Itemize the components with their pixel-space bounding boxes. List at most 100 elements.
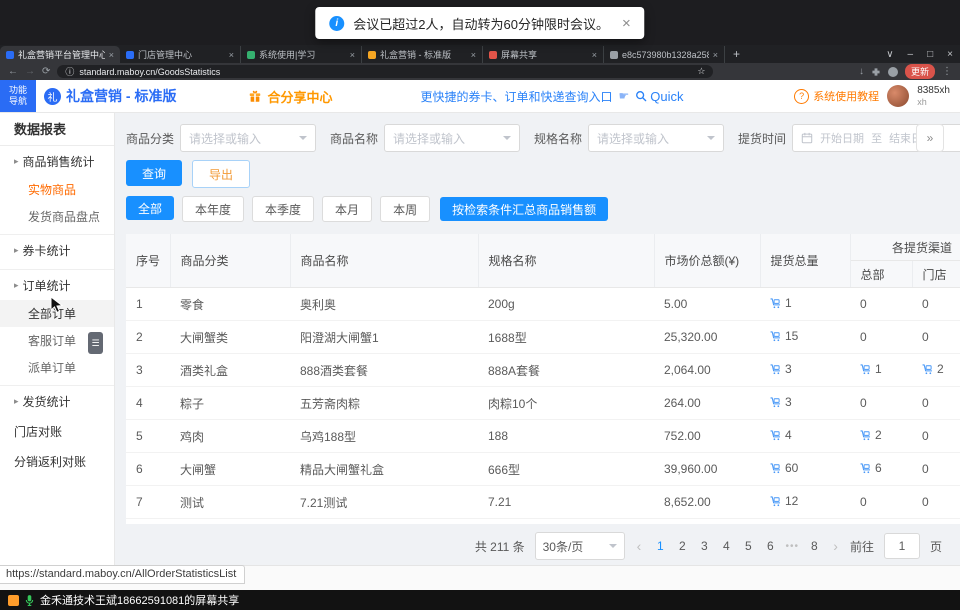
close-icon[interactable]: × [622, 15, 631, 32]
chrome-update-button[interactable]: 更新 [905, 64, 935, 79]
quick-filter-tab[interactable]: 全部 [126, 196, 174, 220]
browser-tab[interactable]: 门店管理中心× [120, 46, 241, 63]
sidebar-item[interactable]: 派单订单 [0, 354, 114, 381]
gift-icon [248, 89, 262, 103]
pickup-count-link[interactable]: 1 [770, 296, 792, 310]
new-tab-button[interactable]: + [725, 47, 748, 61]
pickup-count-link[interactable]: 15 [770, 329, 798, 343]
reload-icon[interactable]: ⟳ [42, 66, 50, 77]
page-number[interactable]: 2 [675, 539, 689, 553]
sidebar-item[interactable]: ▸发货统计 [0, 385, 114, 416]
jump-page-input[interactable] [884, 533, 920, 559]
browser-tab[interactable]: 礼盒营销平台管理中心× [0, 46, 120, 63]
pickup-count-link[interactable]: 4 [770, 428, 792, 442]
tab-close-icon[interactable]: × [713, 50, 718, 60]
profile-avatar-icon[interactable] [888, 67, 898, 77]
sidebar-item[interactable]: 全部订单 [0, 300, 114, 327]
browser-tab[interactable]: 礼盒营销 - 标准版× [362, 46, 483, 63]
bookmark-star-icon[interactable]: ☆ [697, 66, 705, 77]
page-number[interactable]: 3 [697, 539, 711, 553]
page-number[interactable]: 5 [741, 539, 755, 553]
quick-filter-tab[interactable]: 本月 [322, 196, 372, 222]
summary-button[interactable]: 按检索条件汇总商品销售额 [440, 197, 608, 221]
tab-close-icon[interactable]: × [471, 50, 476, 60]
page-number[interactable]: 4 [719, 539, 733, 553]
collapse-filters-button[interactable]: » [916, 124, 944, 152]
sidebar-item[interactable]: ▸订单统计 [0, 269, 114, 300]
sidebar-item[interactable]: ▸ 商品销售统计 [0, 146, 114, 176]
pickup-count-link[interactable]: 3 [770, 362, 792, 376]
pagination: 共 211 条 30条/页 ‹ 123456•••8 › 前往 页 [126, 532, 960, 560]
quick-filter-tab[interactable]: 本季度 [252, 196, 314, 222]
browser-tab[interactable]: 屏幕共享× [483, 46, 604, 63]
pickup-count-link[interactable]: 1 [860, 362, 882, 376]
table-row: 6大闸蟹精品大闸蟹礼盒666型39,960.006060 [126, 453, 960, 486]
sidebar-item-label: 派单订单 [28, 359, 76, 376]
close-button[interactable]: × [940, 49, 960, 60]
page-number[interactable]: 8 [807, 539, 821, 553]
site-info-icon[interactable]: ⓘ [65, 65, 74, 78]
export-button[interactable]: 导出 [192, 160, 250, 188]
sidebar-item-label: 商品销售统计 [23, 153, 95, 170]
browser-tab[interactable]: e8c573980b1328a258fd2e6...× [604, 46, 725, 63]
pickup-count-link[interactable]: 12 [770, 494, 798, 508]
pickup-count-link[interactable]: 60 [770, 461, 798, 475]
user-subname: xh [917, 97, 950, 107]
cell-category: 粽子 [170, 387, 290, 420]
main-content: 商品分类 请选择或输入 商品名称 请选择或输入 规格名称 请选择或输入 提货时间 [114, 112, 960, 566]
prev-page-button[interactable]: ‹ [635, 538, 644, 554]
pickup-count-link[interactable]: 6 [860, 461, 882, 475]
table-row: 8燕窝礼盒XXX燕窝礼盒5瓶装2,640.00320 [126, 519, 960, 525]
browser-tab[interactable]: 系统使用|学习× [241, 46, 362, 63]
sidebar-item-label: 发货统计 [23, 393, 71, 410]
page-number[interactable]: 6 [763, 539, 777, 553]
next-page-button[interactable]: › [831, 538, 840, 554]
tab-close-icon[interactable]: × [350, 50, 355, 60]
page-number[interactable]: 1 [653, 539, 667, 553]
sidebar-item-label: 客服订单 [28, 332, 76, 349]
browser-menu-kebab-icon[interactable]: ⋮ [942, 66, 952, 77]
sidebar-item[interactable]: 分销返利对账 [0, 446, 114, 476]
share-center-link[interactable]: 合分享中心 [248, 87, 332, 106]
function-nav-toggle[interactable]: 功能 导航 [0, 80, 36, 112]
question-icon: ? [794, 89, 809, 104]
download-icon[interactable]: ↓ [859, 66, 864, 77]
chevron-right-icon: ▸ [14, 156, 19, 167]
count-value: 0 [922, 330, 929, 344]
cell-spec: 888A套餐 [478, 354, 654, 387]
table-row: 3酒类礼盒888酒类套餐888A套餐2,064.00312 [126, 354, 960, 387]
spec-select[interactable]: 请选择或输入 [588, 124, 724, 152]
pickup-count-link[interactable]: 3 [770, 395, 792, 409]
pickup-count-link[interactable]: 2 [860, 428, 882, 442]
chevron-down-icon[interactable]: ∨ [879, 49, 900, 60]
tab-close-icon[interactable]: × [592, 50, 597, 60]
product-name-select[interactable]: 请选择或输入 [384, 124, 520, 152]
quick-filter-tab[interactable]: 本年度 [182, 196, 244, 222]
cell-spec: 5瓶装 [478, 519, 654, 525]
sidebar-item[interactable]: 实物商品 [0, 176, 114, 203]
cell-name: 阳澄湖大闸蟹1 [290, 321, 478, 354]
sidebar-item[interactable]: ▸券卡统计 [0, 234, 114, 265]
back-icon[interactable]: ← [8, 66, 18, 77]
tab-close-icon[interactable]: × [109, 50, 114, 60]
maximize-button[interactable]: □ [920, 49, 940, 60]
date-separator: 至 [871, 130, 882, 146]
sidebar-item[interactable]: 门店对账 [0, 416, 114, 446]
quick-filter-tab[interactable]: 本周 [380, 196, 430, 222]
category-select[interactable]: 请选择或输入 [180, 124, 316, 152]
tutorial-link[interactable]: ? 系统使用教程 [794, 88, 879, 104]
minimize-button[interactable]: – [901, 49, 921, 60]
avatar[interactable] [887, 85, 909, 107]
pickup-count-link[interactable]: 2 [922, 362, 944, 376]
quick-search-link[interactable]: Quick [635, 89, 683, 104]
page-size-select[interactable]: 30条/页 [535, 532, 625, 560]
tab-close-icon[interactable]: × [229, 50, 234, 60]
forward-icon[interactable]: → [25, 66, 35, 77]
col-header-hq: 总部 [850, 261, 912, 288]
sidebar-item[interactable]: 发货商品盘点 [0, 203, 114, 230]
sidebar-item-label: 门店对账 [14, 423, 62, 440]
sidebar-collapse-handle[interactable]: ☰ [88, 332, 103, 354]
extensions-puzzle-icon[interactable] [871, 67, 881, 77]
search-button[interactable]: 查询 [126, 160, 182, 186]
url-input[interactable]: ⓘ standard.maboy.cn/GoodsStatistics ☆ [57, 65, 713, 78]
